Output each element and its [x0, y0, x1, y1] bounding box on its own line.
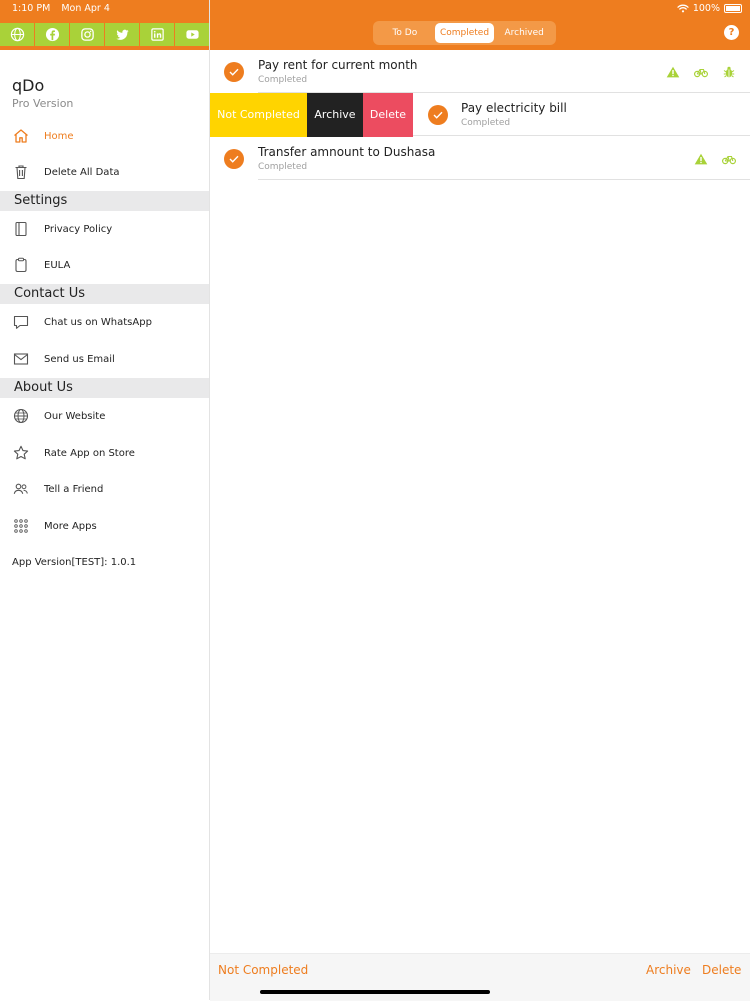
- task-tags: [666, 66, 736, 78]
- checkmark-icon[interactable]: [428, 105, 448, 125]
- app-edition: Pro Version: [12, 97, 74, 110]
- sidebar: 1:10 PM Mon Apr 4 qDo Pro Version Home D…: [0, 0, 210, 1000]
- section-contact-us: Contact Us: [0, 284, 209, 304]
- task-title: Pay electricity bill: [461, 101, 567, 115]
- task-tags: [694, 153, 736, 165]
- mail-icon: [13, 353, 29, 365]
- sidebar-item-website[interactable]: Our Website: [0, 398, 209, 434]
- task-row[interactable]: Pay electricity bill Completed: [413, 93, 750, 136]
- task-row[interactable]: Transfer amnount to Dushasa Completed: [210, 137, 750, 180]
- sidebar-item-delete-all-data[interactable]: Delete All Data: [0, 154, 209, 190]
- sidebar-item-privacy-policy[interactable]: Privacy Policy: [0, 211, 209, 247]
- toolbar-delete-button[interactable]: Delete: [702, 963, 741, 977]
- tab-archived[interactable]: Archived: [494, 23, 554, 43]
- people-icon: [13, 483, 28, 494]
- task-status: Completed: [258, 162, 308, 172]
- social-bar: [0, 23, 209, 46]
- checkmark-icon[interactable]: [224, 149, 244, 169]
- help-button[interactable]: ?: [724, 25, 739, 40]
- sidebar-item-label: Delete All Data: [44, 166, 120, 178]
- trash-icon: [15, 165, 27, 180]
- sidebar-item-more-apps[interactable]: More Apps: [0, 508, 209, 544]
- warning-icon: [694, 153, 708, 165]
- wifi-icon: [677, 4, 689, 13]
- globe-icon: [13, 408, 29, 424]
- status-bar-right: 100%: [677, 3, 742, 14]
- status-segmented-control: To Do Completed Archived: [373, 21, 556, 45]
- swipe-not-completed-button[interactable]: Not Completed: [210, 93, 307, 137]
- tab-completed[interactable]: Completed: [434, 23, 495, 43]
- sidebar-item-email[interactable]: Send us Email: [0, 341, 209, 377]
- task-title: Pay rent for current month: [258, 58, 418, 72]
- linkedin-icon[interactable]: [140, 23, 174, 46]
- sidebar-item-label: Our Website: [44, 410, 106, 422]
- sidebar-item-label: More Apps: [44, 520, 97, 532]
- sidebar-item-whatsapp[interactable]: Chat us on WhatsApp: [0, 304, 209, 340]
- tab-to-do[interactable]: To Do: [375, 23, 435, 43]
- grid-icon: [14, 519, 28, 533]
- sidebar-item-home[interactable]: Home: [0, 118, 209, 154]
- task-row[interactable]: Pay rent for current month Completed: [210, 50, 750, 93]
- status-bar-left: 1:10 PM Mon Apr 4: [12, 3, 110, 14]
- top-bar: 100% To Do Completed Archived ?: [210, 0, 750, 50]
- section-about-us: About Us: [0, 378, 209, 398]
- status-time: 1:10 PM: [12, 3, 51, 14]
- facebook-icon[interactable]: [35, 23, 69, 46]
- section-settings: Settings: [0, 191, 209, 211]
- book-icon: [15, 221, 27, 237]
- twitter-icon[interactable]: [105, 23, 139, 46]
- instagram-icon[interactable]: [70, 23, 104, 46]
- sidebar-item-tell-friend[interactable]: Tell a Friend: [0, 471, 209, 507]
- sidebar-item-label: Send us Email: [44, 353, 115, 365]
- app-brand: qDo Pro Version: [12, 76, 73, 110]
- home-indicator[interactable]: [260, 990, 490, 994]
- chat-icon: [13, 315, 29, 329]
- sidebar-item-eula[interactable]: EULA: [0, 247, 209, 283]
- bug-icon: [723, 66, 735, 78]
- star-icon: [13, 445, 29, 460]
- toolbar-not-completed-button[interactable]: Not Completed: [218, 963, 308, 977]
- sidebar-item-label: EULA: [44, 259, 71, 271]
- sidebar-item-label: Chat us on WhatsApp: [44, 316, 152, 328]
- task-title: Transfer amnount to Dushasa: [258, 145, 436, 159]
- row-divider: [413, 135, 750, 136]
- task-status: Completed: [258, 75, 308, 85]
- battery-percent: 100%: [692, 3, 720, 14]
- clipboard-icon: [15, 257, 27, 273]
- bicycle-icon: [722, 155, 736, 165]
- globe-icon[interactable]: [0, 23, 34, 46]
- task-status: Completed: [461, 118, 511, 128]
- sidebar-item-label: Rate App on Store: [44, 447, 135, 459]
- youtube-icon[interactable]: [175, 23, 209, 46]
- battery-icon: [724, 4, 742, 13]
- swipe-actions: Not Completed Archive Delete: [210, 93, 413, 137]
- checkmark-icon[interactable]: [224, 62, 244, 82]
- warning-icon: [666, 66, 680, 78]
- app-name: qDo: [12, 76, 45, 95]
- swipe-archive-button[interactable]: Archive: [307, 93, 363, 137]
- swipe-delete-button[interactable]: Delete: [363, 93, 413, 137]
- app-version: App Version[TEST]: 1.0.1: [12, 557, 137, 568]
- sidebar-item-rate-app[interactable]: Rate App on Store: [0, 435, 209, 471]
- bicycle-icon: [694, 68, 708, 78]
- status-date: Mon Apr 4: [61, 3, 110, 14]
- sidebar-item-label: Tell a Friend: [44, 483, 104, 495]
- sidebar-item-label: Home: [44, 130, 74, 142]
- sidebar-item-label: Privacy Policy: [44, 223, 113, 235]
- toolbar-archive-button[interactable]: Archive: [646, 963, 691, 977]
- row-divider: [258, 179, 750, 180]
- home-icon: [14, 129, 28, 143]
